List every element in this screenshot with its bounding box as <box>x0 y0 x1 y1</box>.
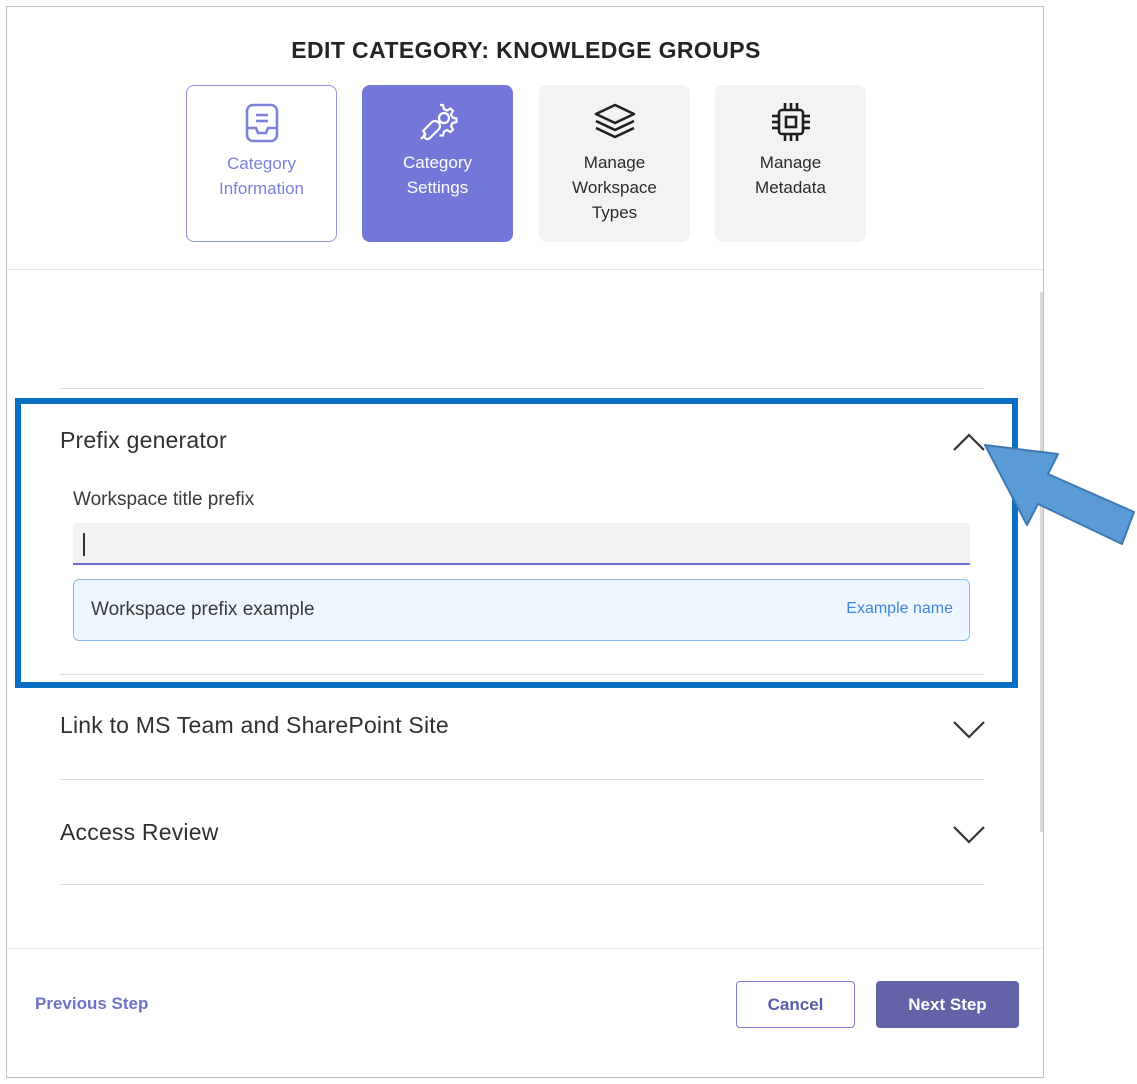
section-divider <box>60 674 984 675</box>
chevron-down-icon[interactable] <box>951 719 987 741</box>
example-value: Example name <box>846 600 953 617</box>
step-manage-metadata[interactable]: Manage Metadata <box>715 85 866 242</box>
example-label: Workspace prefix example <box>91 599 315 620</box>
previous-step-link[interactable]: Previous Step <box>35 994 148 1014</box>
edit-category-dialog: EDIT CATEGORY: KNOWLEDGE GROUPS Category… <box>6 6 1044 1078</box>
chevron-down-icon[interactable] <box>951 824 987 846</box>
chip-icon <box>770 100 812 144</box>
cancel-button[interactable]: Cancel <box>736 981 855 1028</box>
footer-divider <box>7 948 1043 949</box>
section-divider <box>60 388 984 389</box>
section-divider <box>60 884 984 885</box>
workspace-title-prefix-input[interactable] <box>73 523 970 565</box>
annotation-arrow-icon <box>982 440 1137 550</box>
step-manage-workspace-types[interactable]: Manage Workspace Types <box>539 85 690 242</box>
text-cursor <box>83 533 85 556</box>
step-label: Manage Workspace Types <box>572 153 657 222</box>
step-label: Manage Metadata <box>755 153 826 197</box>
header-divider <box>7 269 1043 270</box>
step-label: Category Information <box>218 154 305 198</box>
step-label: Category Settings <box>403 153 472 197</box>
section-title-prefix-generator[interactable]: Prefix generator <box>60 427 227 454</box>
settings-wrench-icon <box>417 100 459 144</box>
workspace-title-prefix-label: Workspace title prefix <box>73 489 255 510</box>
dialog-title: EDIT CATEGORY: KNOWLEDGE GROUPS <box>291 37 761 63</box>
workspace-prefix-example: Workspace prefix example Example name <box>73 579 970 641</box>
section-title-link-ms-team[interactable]: Link to MS Team and SharePoint Site <box>60 712 449 739</box>
step-category-information[interactable]: Category Information <box>186 85 337 242</box>
section-title-access-review[interactable]: Access Review <box>60 819 219 846</box>
next-step-button[interactable]: Next Step <box>876 981 1019 1028</box>
scrollbar[interactable] <box>1040 292 1043 832</box>
layers-icon <box>593 100 637 144</box>
inbox-tray-icon <box>244 101 280 145</box>
step-category-settings[interactable]: Category Settings <box>362 85 513 242</box>
section-divider <box>60 779 984 780</box>
